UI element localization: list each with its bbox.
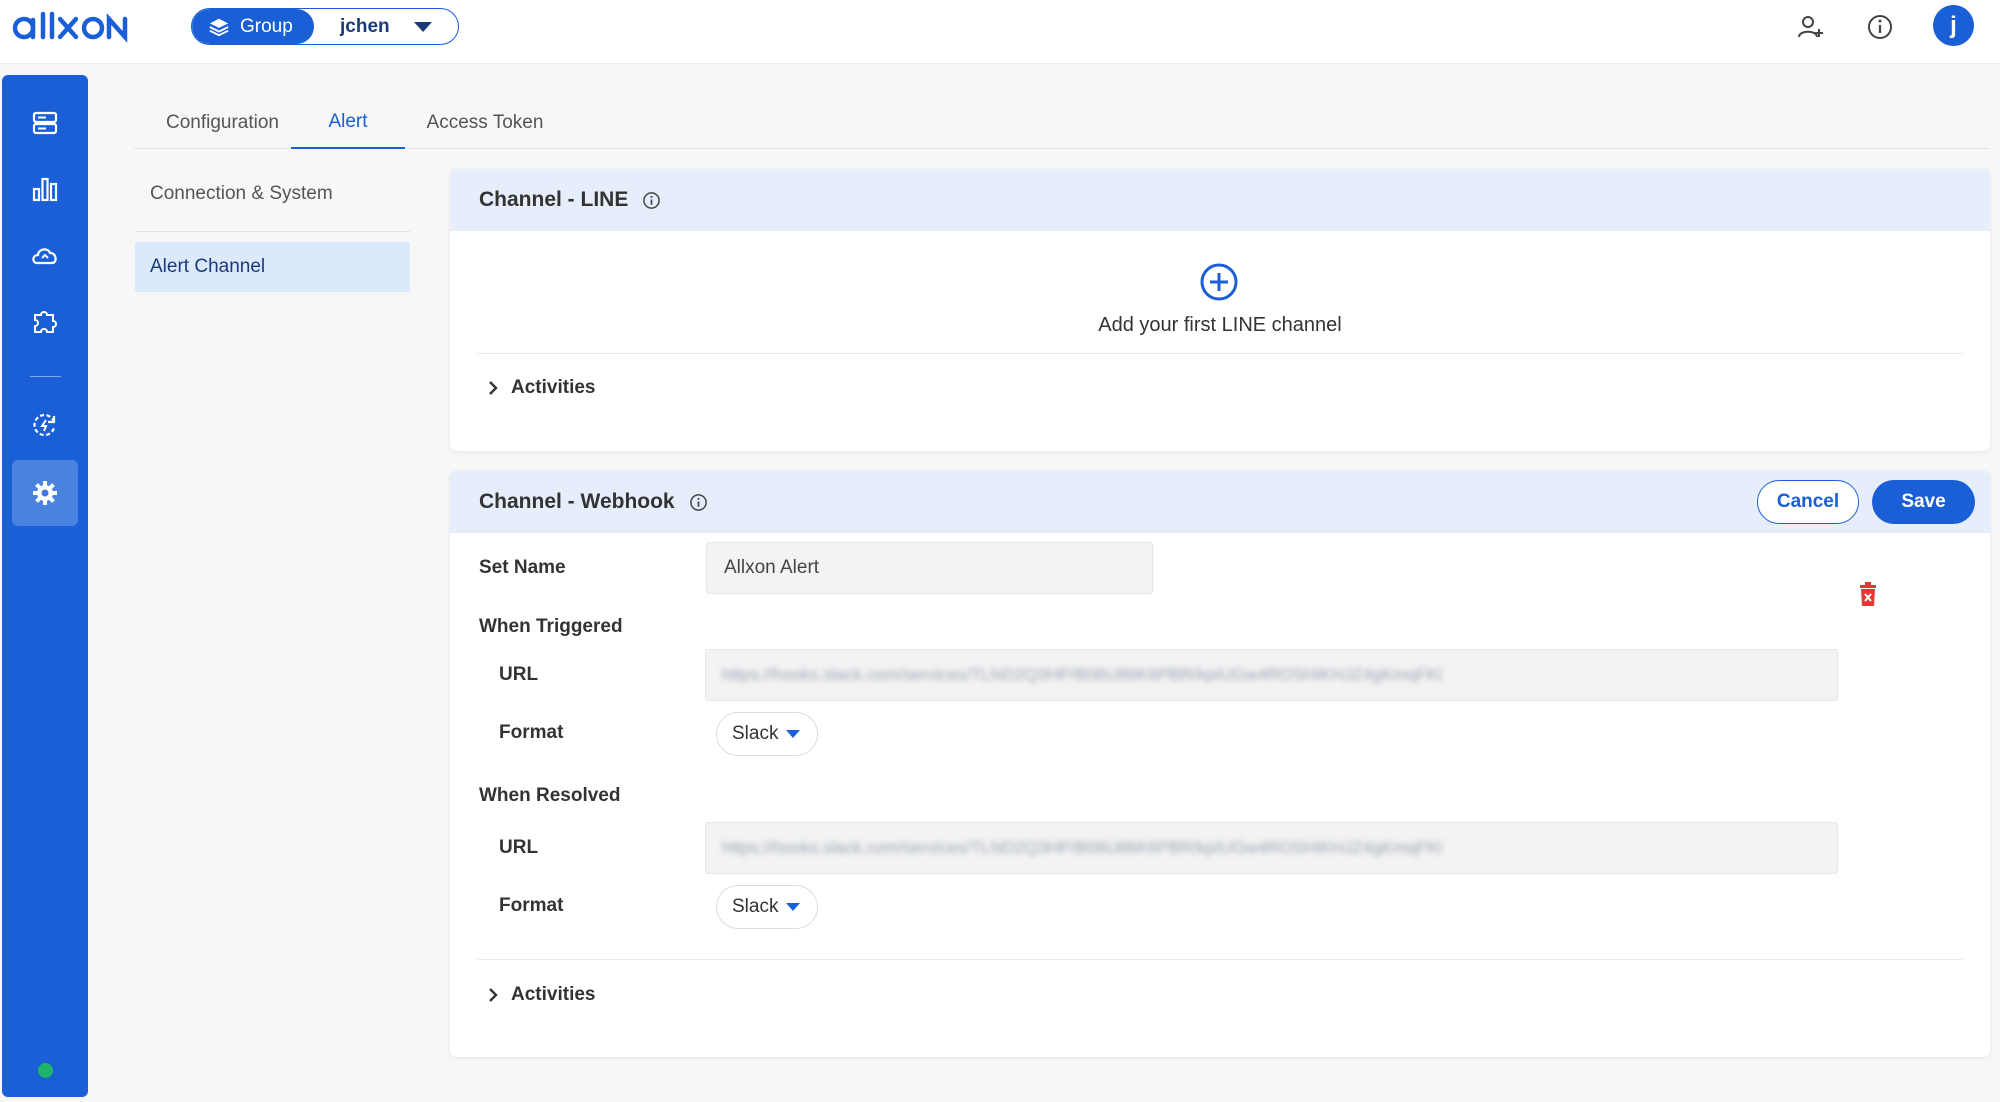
line-card-divider: [478, 353, 1962, 354]
bar-chart-icon[interactable]: [29, 173, 61, 205]
caret-down-icon: [786, 730, 801, 738]
webhook-card-divider: [478, 959, 1962, 960]
chevron-down-icon[interactable]: [414, 22, 432, 32]
gear-icon[interactable]: [29, 477, 61, 509]
puzzle-icon[interactable]: [29, 305, 61, 337]
line-channel-card: Channel - LINE Add your first LINE chann…: [450, 169, 1990, 451]
chevron-right-icon: [489, 988, 498, 1002]
triggered-url-label: URL: [499, 664, 539, 685]
group-user-name: jchen: [340, 15, 390, 37]
info-icon[interactable]: [689, 493, 708, 512]
group-selector[interactable]: Group jchen: [191, 8, 459, 45]
tab-configuration[interactable]: Configuration: [154, 96, 291, 149]
refresh-icon[interactable]: [29, 409, 61, 441]
webhook-channel-header: Channel - Webhook Cancel Save: [450, 471, 1990, 533]
avatar[interactable]: j: [1933, 5, 1974, 46]
add-user-icon[interactable]: [1796, 12, 1826, 42]
triggered-format-select[interactable]: Slack: [716, 712, 818, 756]
group-toggle[interactable]: Group: [192, 9, 314, 44]
triggered-format-label: Format: [499, 722, 564, 743]
nav-rail: [2, 75, 88, 1097]
line-channel-header: Channel - LINE: [450, 169, 1990, 231]
line-activities-label: Activities: [511, 377, 596, 398]
caret-down-icon: [786, 903, 801, 911]
subnav-divider: [135, 231, 410, 232]
subnav-alert-channel[interactable]: Alert Channel: [135, 242, 410, 292]
server-icon[interactable]: [29, 107, 61, 139]
chevron-right-icon: [489, 381, 498, 395]
top-bar: Group jchen j: [0, 0, 2000, 64]
triggered-url-input[interactable]: https://hooks.slack.com/services/TLND2Q3…: [705, 649, 1838, 701]
webhook-channel-card: Channel - Webhook Cancel Save Set Name W…: [450, 471, 1990, 1057]
subnav-connection-system[interactable]: Connection & System: [135, 169, 410, 219]
add-channel-icon[interactable]: [1199, 262, 1239, 302]
resolved-format-select[interactable]: Slack: [716, 885, 818, 929]
tab-alert[interactable]: Alert: [291, 96, 405, 149]
triggered-url-value: https://hooks.slack.com/services/TLND2Q3…: [722, 665, 1442, 684]
group-label: Group: [240, 15, 293, 37]
allxon-logo[interactable]: [12, 9, 152, 43]
tab-bar: Configuration Alert Access Token: [134, 96, 1990, 149]
when-triggered-label: When Triggered: [479, 616, 623, 637]
status-dot: [38, 1063, 53, 1078]
resolved-format-value: Slack: [732, 896, 779, 917]
line-channel-title: Channel - LINE: [479, 188, 629, 211]
cloud-sync-icon[interactable]: [29, 239, 61, 271]
rail-divider: [30, 376, 61, 377]
save-button[interactable]: Save: [1872, 480, 1975, 524]
info-icon[interactable]: [642, 191, 661, 210]
resolved-url-input[interactable]: https://hooks.slack.com/services/TLND2Q3…: [705, 822, 1838, 874]
triggered-format-value: Slack: [732, 723, 779, 744]
line-activities-toggle[interactable]: Activities: [485, 377, 595, 399]
delete-icon[interactable]: [1856, 581, 1880, 607]
resolved-format-label: Format: [499, 895, 564, 916]
tab-access-token[interactable]: Access Token: [415, 96, 555, 149]
set-name-input[interactable]: [706, 542, 1153, 594]
when-resolved-label: When Resolved: [479, 785, 621, 806]
set-name-label: Set Name: [479, 557, 566, 578]
resolved-url-label: URL: [499, 837, 539, 858]
resolved-url-value: https://hooks.slack.com/services/TLND2Q3…: [722, 838, 1442, 857]
webhook-channel-title: Channel - Webhook: [479, 490, 675, 513]
add-first-line-channel[interactable]: Add your first LINE channel: [450, 314, 1990, 337]
layers-icon: [209, 18, 229, 36]
webhook-activities-toggle[interactable]: Activities: [485, 984, 595, 1006]
info-icon[interactable]: [1865, 12, 1895, 42]
webhook-activities-label: Activities: [511, 984, 596, 1005]
cancel-button[interactable]: Cancel: [1757, 480, 1859, 524]
